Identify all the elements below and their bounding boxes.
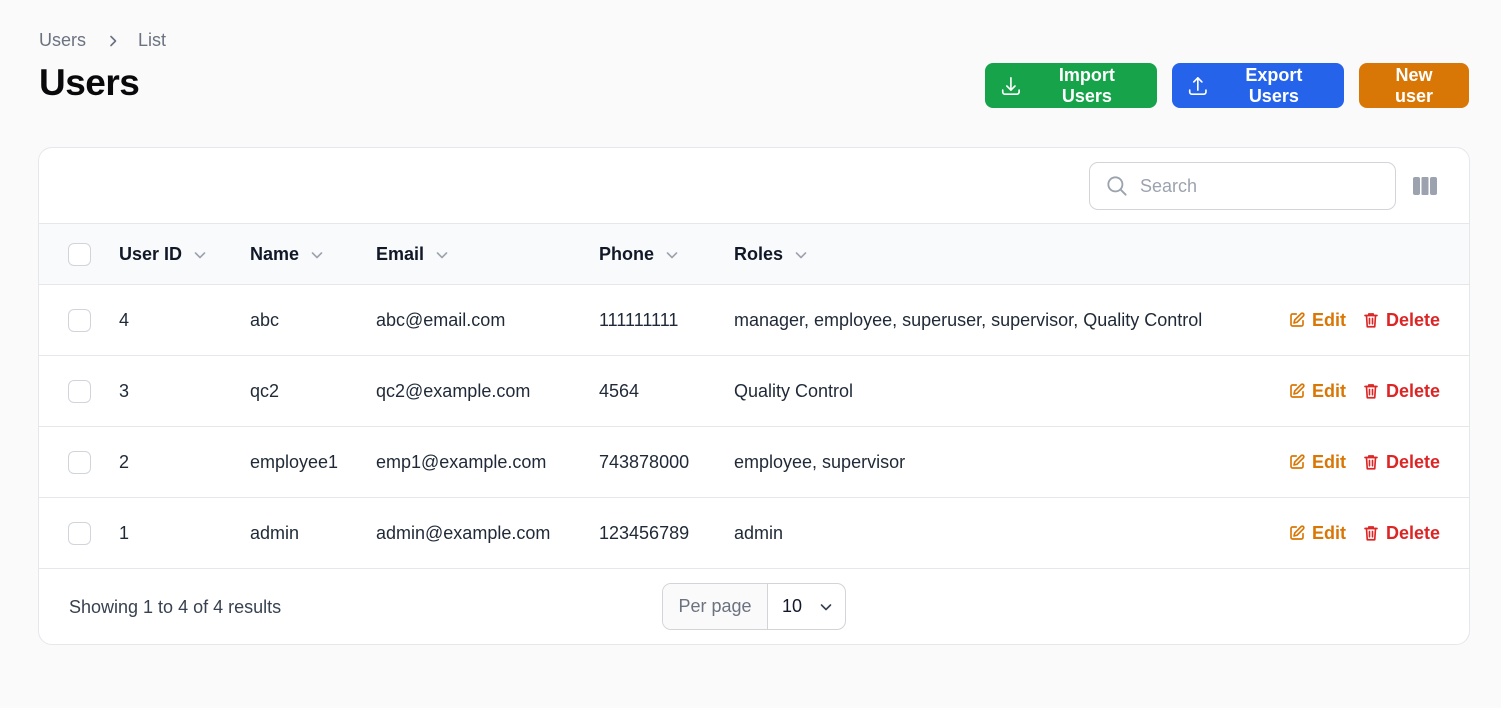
- column-header-label: Name: [250, 244, 300, 264]
- chevron-down-icon: [820, 603, 832, 610]
- column-header-roles[interactable]: Roles: [734, 224, 808, 285]
- column-header-label: Email: [376, 244, 425, 264]
- cell-user-id: 4: [119, 309, 130, 330]
- cell-roles: employee, supervisor: [734, 451, 906, 472]
- table-row: 3 qc2 qc2@example.com 4564 Quality Contr…: [39, 356, 1469, 427]
- cell-roles: manager, employee, superuser, supervisor…: [734, 309, 1203, 330]
- row-checkbox[interactable]: [68, 522, 91, 545]
- column-header-phone[interactable]: Phone: [599, 224, 679, 285]
- delete-button[interactable]: Delete: [1362, 427, 1440, 497]
- trash-icon: [1364, 526, 1378, 541]
- cell-user-id: 2: [119, 451, 130, 472]
- column-header-name[interactable]: Name: [250, 224, 324, 285]
- row-checkbox[interactable]: [68, 309, 91, 332]
- edit-button[interactable]: Edit: [1288, 356, 1346, 426]
- chevron-down-icon: [666, 251, 678, 258]
- page-title: Users: [39, 62, 140, 103]
- edit-button[interactable]: Edit: [1288, 285, 1346, 355]
- row-checkbox[interactable]: [68, 380, 91, 403]
- pagination-results-text: Showing 1 to 4 of 4 results: [69, 597, 282, 617]
- search-icon: [1107, 176, 1127, 196]
- column-header-label: Roles: [734, 244, 784, 264]
- cell-email: admin@example.com: [376, 522, 551, 543]
- edit-label: Edit: [1312, 451, 1346, 472]
- trash-icon: [1364, 455, 1378, 470]
- cell-phone: 743878000: [599, 451, 690, 472]
- cell-user-id: 1: [119, 522, 130, 543]
- chevron-down-icon: [311, 251, 323, 258]
- search-box[interactable]: [1089, 162, 1396, 210]
- breadcrumb-current: List: [138, 30, 167, 50]
- cell-phone: 123456789: [599, 522, 690, 543]
- column-header-user-id[interactable]: User ID: [119, 224, 207, 285]
- select-all-checkbox[interactable]: [68, 243, 91, 266]
- cell-email: qc2@example.com: [376, 380, 531, 401]
- cell-name: qc2: [250, 380, 280, 401]
- per-page-control: Per page 10: [662, 583, 846, 630]
- column-header-label: User ID: [119, 244, 183, 264]
- cell-roles: admin: [734, 522, 784, 543]
- pencil-square-icon: [1290, 312, 1305, 327]
- chevron-down-icon: [436, 251, 448, 258]
- delete-label: Delete: [1386, 451, 1441, 472]
- trash-icon: [1364, 313, 1378, 328]
- table-header: User ID Name Email Phone Roles: [39, 224, 1469, 285]
- delete-label: Delete: [1386, 522, 1441, 543]
- users-table-card: User ID Name Email Phone Roles: [38, 147, 1470, 645]
- cell-email: emp1@example.com: [376, 451, 547, 472]
- column-header-email[interactable]: Email: [376, 224, 449, 285]
- breadcrumb-users-link[interactable]: Users: [39, 30, 86, 51]
- export-users-button[interactable]: Export Users: [1172, 63, 1344, 108]
- table-row: 4 abc abc@email.com 111111111 manager, e…: [39, 285, 1469, 356]
- columns-icon[interactable]: [1412, 174, 1438, 198]
- new-user-label: New user: [1394, 64, 1434, 106]
- new-user-button[interactable]: New user: [1359, 63, 1469, 108]
- chevron-down-icon: [194, 251, 206, 258]
- cell-phone: 4564: [599, 380, 640, 401]
- cell-email: abc@email.com: [376, 309, 506, 330]
- download-icon: [1001, 76, 1020, 95]
- import-users-label: Import Users: [1058, 64, 1115, 106]
- search-input[interactable]: [1140, 175, 1370, 197]
- upload-icon: [1188, 76, 1207, 95]
- table-toolbar: [39, 148, 1469, 224]
- import-users-button[interactable]: Import Users: [985, 63, 1157, 108]
- cell-name: admin: [250, 522, 300, 543]
- edit-button[interactable]: Edit: [1288, 427, 1346, 497]
- pencil-square-icon: [1290, 383, 1305, 398]
- chevron-down-icon: [795, 251, 807, 258]
- delete-label: Delete: [1386, 380, 1441, 401]
- per-page-select[interactable]: 10: [768, 584, 845, 629]
- table-footer: Showing 1 to 4 of 4 results Per page 10: [39, 569, 1469, 644]
- cell-roles: Quality Control: [734, 380, 854, 401]
- per-page-value: 10: [782, 596, 803, 616]
- per-page-label: Per page: [663, 584, 768, 629]
- cell-user-id: 3: [119, 380, 130, 401]
- chevron-right-icon: [106, 34, 120, 48]
- delete-button[interactable]: Delete: [1362, 498, 1440, 568]
- users-list-page: Users List Users Import Users Export Use…: [0, 0, 1501, 708]
- table-row: 1 admin admin@example.com 123456789 admi…: [39, 498, 1469, 569]
- delete-label: Delete: [1386, 309, 1441, 330]
- breadcrumb: Users List: [39, 30, 166, 51]
- table-row: 2 employee1 emp1@example.com 743878000 e…: [39, 427, 1469, 498]
- edit-label: Edit: [1312, 380, 1346, 401]
- row-checkbox[interactable]: [68, 451, 91, 474]
- edit-button[interactable]: Edit: [1288, 498, 1346, 568]
- column-header-label: Phone: [599, 244, 655, 264]
- pencil-square-icon: [1290, 454, 1305, 469]
- header-actions: Import Users Export Users New user: [985, 63, 1469, 108]
- delete-button[interactable]: Delete: [1362, 285, 1440, 355]
- export-users-label: Export Users: [1245, 64, 1303, 106]
- cell-phone: 111111111: [599, 309, 679, 330]
- trash-icon: [1364, 384, 1378, 399]
- edit-label: Edit: [1312, 522, 1346, 543]
- delete-button[interactable]: Delete: [1362, 356, 1440, 426]
- edit-label: Edit: [1312, 309, 1346, 330]
- cell-name: employee1: [250, 451, 339, 472]
- pencil-square-icon: [1290, 525, 1305, 540]
- cell-name: abc: [250, 309, 280, 330]
